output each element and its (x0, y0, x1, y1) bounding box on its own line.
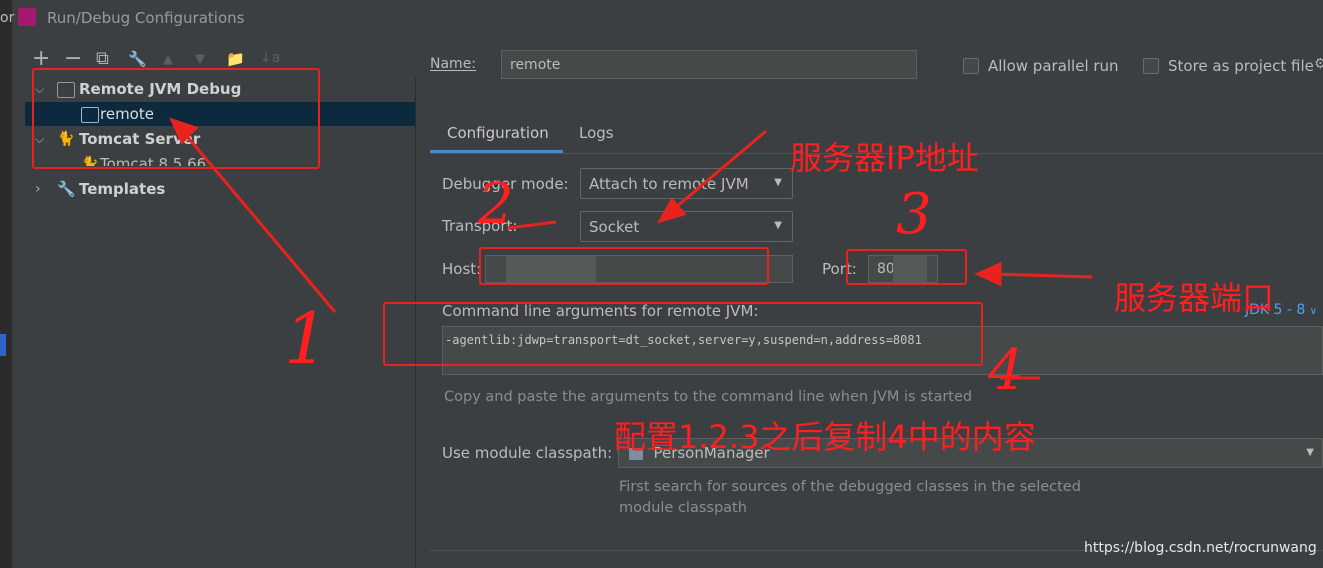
underline-number-2 (507, 220, 557, 230)
arrowhead-port (974, 261, 1002, 287)
arrowhead-tree (169, 117, 199, 145)
arrow-to-tree (178, 127, 337, 313)
annotation-arrows (169, 117, 1093, 380)
arrow-to-port (989, 272, 1093, 279)
arrow-to-transport (667, 129, 767, 216)
